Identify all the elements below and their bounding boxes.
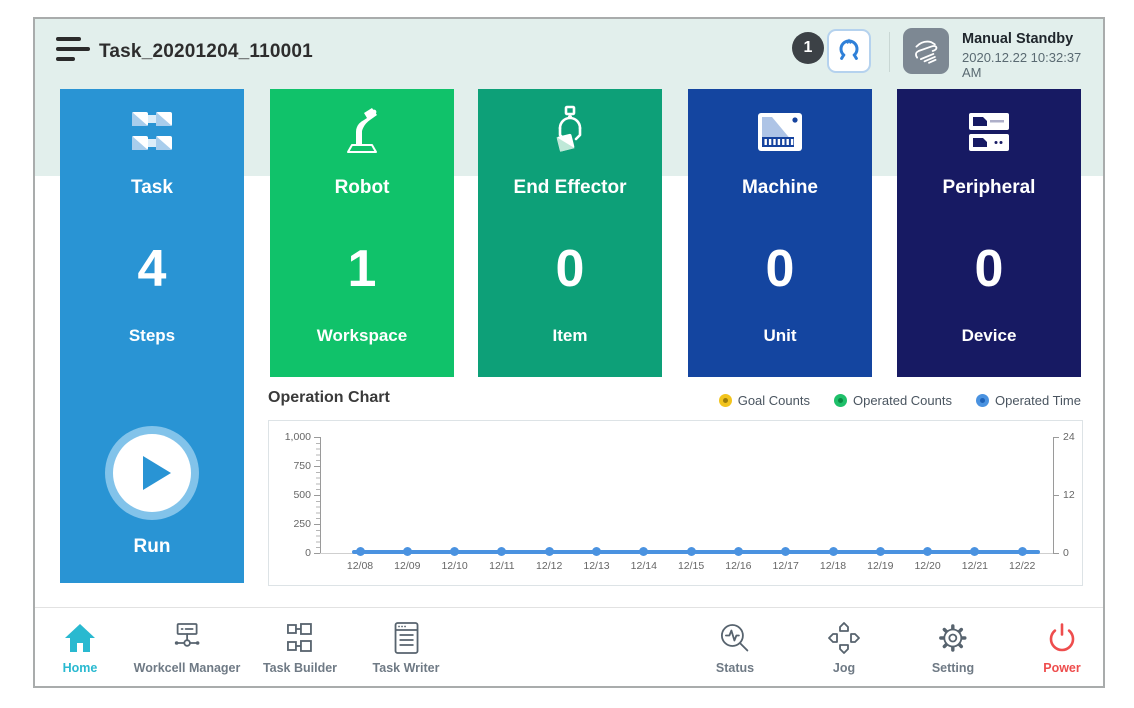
operated-counts-dot-icon [834, 394, 847, 407]
task-icon [60, 103, 244, 161]
power-icon [1043, 617, 1081, 657]
card-value: 0 [478, 237, 662, 301]
workcell-manager-icon [134, 617, 241, 657]
jog-icon [825, 617, 863, 657]
operation-chart: 1,0007505002500 12/0812/0912/1012/1112/1… [268, 420, 1083, 586]
chart-legend: Goal Counts Operated Counts Operated Tim… [719, 393, 1081, 408]
nav-item-home[interactable]: Home [61, 617, 99, 675]
nav-item-task-builder[interactable]: Task Builder [263, 617, 337, 675]
legend-goal-counts: Goal Counts [719, 393, 810, 408]
y-axis-line [320, 437, 321, 554]
card-value: 0 [897, 237, 1081, 301]
nav-item-status[interactable]: Status [716, 617, 754, 675]
machine-icon [688, 103, 872, 161]
card-machine[interactable]: Machine 0 Unit [688, 89, 872, 377]
app-window: Task_20201204_110001 1 [33, 17, 1105, 688]
card-title: Task [60, 177, 244, 199]
nav-item-workcell-manager[interactable]: Workcell Manager [134, 617, 241, 675]
chart-title: Operation Chart [268, 389, 390, 407]
play-icon [143, 456, 171, 490]
card-title: End Effector [478, 177, 662, 199]
hand-icon [909, 34, 943, 68]
card-value: 1 [270, 237, 454, 301]
task-builder-icon [263, 617, 337, 657]
peripheral-icon [897, 103, 1081, 161]
run-button[interactable] [105, 426, 199, 520]
card-value: 0 [688, 237, 872, 301]
run-label: Run [60, 536, 244, 558]
mode-status: Manual Standby 2020.12.22 10:32:37 AM [962, 31, 1103, 80]
nav-item-task-writer[interactable]: Task Writer [373, 617, 440, 675]
card-unit: Device [897, 326, 1081, 346]
header-divider [889, 32, 890, 72]
operated-time-dot-icon [976, 394, 989, 407]
card-peripheral[interactable]: Peripheral 0 Device [897, 89, 1081, 377]
page-title: Task_20201204_110001 [99, 41, 313, 63]
nav-item-power[interactable]: Power [1043, 617, 1081, 675]
manual-mode-button[interactable] [903, 28, 949, 74]
card-unit: Steps [60, 326, 244, 346]
card-value: 4 [60, 237, 244, 301]
robot-icon [270, 103, 454, 161]
bottom-navbar: Home Workcell Manager [35, 607, 1103, 686]
notification-badge: 1 [792, 32, 824, 64]
card-task[interactable]: Task 4 Steps Run [60, 89, 244, 583]
card-end-effector[interactable]: End Effector 0 Item [478, 89, 662, 377]
nav-item-setting[interactable]: Setting [932, 617, 974, 675]
legend-operated-counts: Operated Counts [834, 393, 952, 408]
nav-item-jog[interactable]: Jog [825, 617, 863, 675]
hamburger-menu-icon[interactable] [56, 35, 96, 67]
gripper-button[interactable] [827, 29, 871, 73]
card-title: Peripheral [897, 177, 1081, 199]
task-writer-icon [373, 617, 440, 657]
card-title: Robot [270, 177, 454, 199]
mode-timestamp: 2020.12.22 10:32:37 AM [962, 50, 1103, 80]
end-effector-icon [478, 103, 662, 161]
card-title: Machine [688, 177, 872, 199]
gripper-icon [836, 38, 862, 64]
home-icon [61, 617, 99, 657]
status-icon [716, 617, 754, 657]
card-robot[interactable]: Robot 1 Workspace [270, 89, 454, 377]
card-unit: Item [478, 326, 662, 346]
legend-operated-time: Operated Time [976, 393, 1081, 408]
card-unit: Unit [688, 326, 872, 346]
goal-counts-dot-icon [719, 394, 732, 407]
mode-label: Manual Standby [962, 31, 1103, 47]
card-unit: Workspace [270, 326, 454, 346]
setting-icon [932, 617, 974, 657]
